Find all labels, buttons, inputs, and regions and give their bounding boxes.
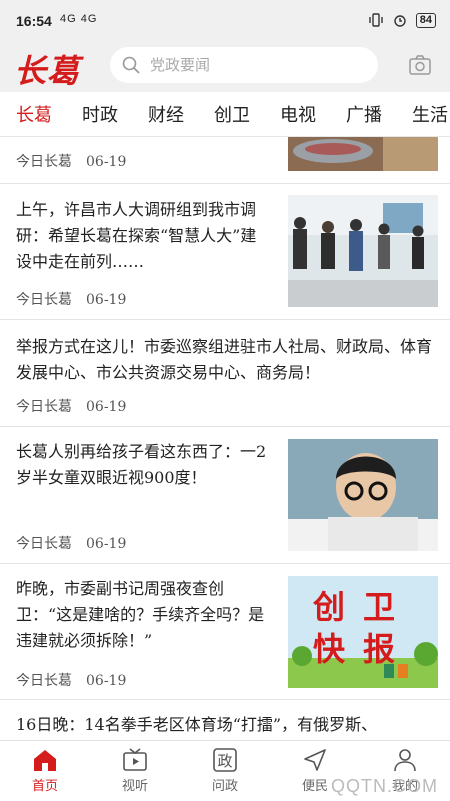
tab-chuangwei[interactable]: 创卫 xyxy=(198,101,264,127)
tab-shizheng[interactable]: 时政 xyxy=(66,101,132,127)
news-thumbnail xyxy=(288,439,438,551)
news-item[interactable]: 长葛人别再给孩子看这东西了：一2岁半女童双眼近视900度！ 今日长葛 06-19 xyxy=(0,427,450,564)
news-title: 举报方式在这儿！市委巡察组进驻市人社局、财政局、体育发展中心、市公共资源交易中心… xyxy=(16,337,433,382)
vibrate-icon xyxy=(369,13,383,27)
user-icon xyxy=(394,749,416,772)
news-source: 今日长葛 xyxy=(16,292,72,308)
tabbar-label: 视听 xyxy=(121,779,148,794)
news-title: 昨晚，市委副书记周强夜查创卫：“这是建啥的？手续齐全吗？是违建就必须拆除！” xyxy=(16,579,265,650)
news-item[interactable]: 昨晚，市委副书记周强夜查创卫：“这是建啥的？手续齐全吗？是违建就必须拆除！” 今… xyxy=(0,564,450,700)
tabbar-home[interactable]: 首页 xyxy=(0,741,90,801)
alarm-icon xyxy=(394,15,406,27)
svg-text:政: 政 xyxy=(217,752,232,770)
signal-icon: 4G 4G xyxy=(60,13,98,25)
news-item[interactable]: 上午，许昌市人大调研组到我市调研：希望长葛在探索“智慧人大”建设中走在前列…… … xyxy=(0,183,450,320)
news-item[interactable]: 16日晚：14名拳手老区体育场“打擂”，有俄罗斯、 xyxy=(0,700,450,740)
news-source: 今日长葛 xyxy=(16,536,72,552)
news-item[interactable]: 今日长葛 06-19 xyxy=(0,137,450,184)
news-date: 06-19 xyxy=(86,292,127,308)
tv-icon xyxy=(123,748,147,771)
news-title: 上午，许昌市人大调研组到我市调研：希望长葛在探索“智慧人大”建设中走在前列…… xyxy=(16,200,257,271)
news-thumbnail: 创卫 快报 xyxy=(288,576,438,688)
watermark: QQTN.COM xyxy=(331,776,438,796)
app-header: 长葛 xyxy=(0,40,450,92)
status-time: 16:54 xyxy=(16,13,52,29)
news-date: 06-19 xyxy=(86,154,127,170)
tab-guangbo[interactable]: 广播 xyxy=(330,101,396,127)
tab-caijing[interactable]: 财经 xyxy=(132,101,198,127)
status-bar: 16:54 4G 4G 84 xyxy=(0,0,450,40)
home-icon xyxy=(34,750,56,771)
search-box[interactable] xyxy=(110,47,378,83)
search-icon xyxy=(122,56,140,74)
svg-text:快报: 快报 xyxy=(313,630,413,668)
tabbar-shiting[interactable]: 视听 xyxy=(90,741,180,801)
tab-shenghuo[interactable]: 生活 xyxy=(396,101,450,127)
tabbar-wenzheng[interactable]: 政 问政 xyxy=(180,741,270,801)
camera-icon[interactable] xyxy=(408,53,432,77)
search-input[interactable] xyxy=(148,55,352,75)
news-date: 06-19 xyxy=(86,536,127,552)
news-date: 06-19 xyxy=(86,673,127,689)
zheng-icon: 政 xyxy=(213,748,237,772)
tab-changge[interactable]: 长葛 xyxy=(0,101,66,127)
news-title: 长葛人别再给孩子看这东西了：一2岁半女童双眼近视900度！ xyxy=(16,442,267,487)
tabbar-label: 问政 xyxy=(211,779,238,794)
news-item[interactable]: 举报方式在这儿！市委巡察组进驻市人社局、财政局、体育发展中心、市公共资源交易中心… xyxy=(0,320,450,427)
app-logo: 长葛 xyxy=(14,52,81,90)
news-date: 06-19 xyxy=(86,399,127,415)
news-thumbnail xyxy=(288,137,438,171)
category-tabs: 长葛 时政 财经 创卫 电视 广播 生活 xyxy=(0,92,450,137)
news-thumbnail xyxy=(288,195,438,307)
thumb-caption: 创卫 xyxy=(312,588,413,626)
tabbar-label: 首页 xyxy=(31,779,58,794)
news-source: 今日长葛 xyxy=(16,673,72,689)
battery-icon: 84 xyxy=(415,12,436,28)
news-source: 今日长葛 xyxy=(16,154,72,170)
news-feed: 今日长葛 06-19 上午，许昌市人大调研组到我市调研：希望长葛在探索“智慧人大”… xyxy=(0,137,450,740)
send-icon xyxy=(304,749,326,771)
news-source: 今日长葛 xyxy=(16,399,72,415)
news-title: 16日晚：14名拳手老区体育场“打擂”，有俄罗斯、 xyxy=(16,715,378,734)
tab-dianshi[interactable]: 电视 xyxy=(264,101,330,127)
